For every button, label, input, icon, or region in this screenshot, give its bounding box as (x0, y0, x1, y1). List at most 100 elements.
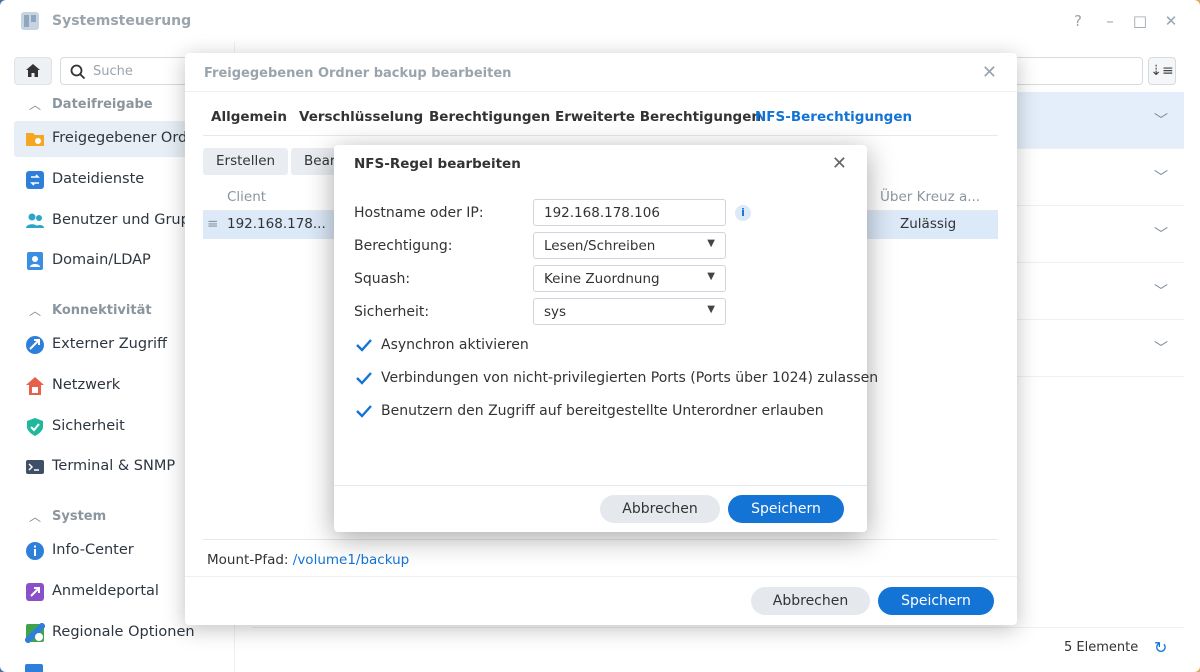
cell-cross-mount: Zulässig (900, 216, 957, 232)
info-icon[interactable]: i (735, 205, 751, 221)
mount-path: Mount-Pfad: /volume1/backup (207, 552, 409, 568)
sidebar-item-login-portal[interactable]: Anmeldeportal (14, 574, 214, 610)
sidebar-item-label: Netzwerk (52, 377, 121, 393)
sidebar-item-label: Regionale Optionen (52, 624, 195, 640)
title-bar: Systemsteuerung ? – □ ✕ (0, 0, 1200, 42)
chevron-up-icon: ︿ (29, 98, 42, 112)
mount-path-link[interactable]: /volume1/backup (293, 552, 410, 568)
close-icon[interactable]: ✕ (832, 153, 847, 174)
close-icon[interactable]: ✕ (982, 62, 997, 83)
cancel-button[interactable]: Abbrechen (600, 495, 720, 523)
control-panel-app-icon (21, 12, 39, 30)
next-item-icon (25, 664, 43, 672)
cell-client: 192.168.178... (227, 216, 326, 232)
sidebar-item-users[interactable]: Benutzer und Gruppe (14, 203, 214, 239)
tab-encryption[interactable]: Verschlüsselung (299, 109, 423, 125)
chevron-up-icon: ︿ (29, 304, 42, 318)
sidebar-item-info-center[interactable]: Info-Center (14, 533, 214, 569)
section-label: System (52, 509, 107, 524)
cancel-button[interactable]: Abbrechen (751, 587, 870, 615)
sidebar-item-label: Dateidienste (52, 171, 145, 187)
item-count: 5 Elemente (1064, 640, 1139, 655)
sidebar-item-network[interactable]: Netzwerk (14, 368, 214, 404)
security-value: sys (544, 304, 567, 320)
save-button[interactable]: Speichern (878, 587, 994, 615)
regional-icon (25, 623, 45, 643)
chevron-up-icon: ︿ (29, 510, 42, 524)
sidebar-item-security[interactable]: Sicherheit (14, 409, 214, 445)
hostname-value: 192.168.178.106 (544, 205, 660, 221)
filter-input[interactable]: r (1006, 57, 1143, 85)
search-placeholder: Suche (93, 64, 133, 79)
divider (203, 539, 998, 540)
sidebar-item-shared-folder[interactable]: Freigegebener Ordner (14, 121, 214, 157)
chevron-down-icon: ﹀ (1154, 227, 1168, 243)
section-label: Dateifreigabe (52, 97, 153, 112)
subfolder-access-checkbox[interactable] (354, 401, 374, 421)
login-portal-icon (26, 583, 44, 601)
non-privileged-ports-checkbox[interactable] (354, 368, 374, 388)
sidebar-item-external-access[interactable]: Externer Zugriff (14, 327, 214, 363)
refresh-icon[interactable]: ↻ (1154, 638, 1167, 657)
permission-select[interactable]: Lesen/Schreiben ▼ (533, 232, 726, 259)
permission-value: Lesen/Schreiben (544, 238, 656, 254)
chevron-down-icon: ﹀ (1154, 170, 1168, 186)
hostname-label: Hostname oder IP: (354, 205, 484, 221)
security-select[interactable]: sys ▼ (533, 298, 726, 325)
dropdown-arrow-icon: ▼ (707, 238, 715, 249)
maximize-icon[interactable]: □ (1131, 12, 1149, 30)
tab-general[interactable]: Allgemein (211, 109, 287, 125)
subfolder-access-label[interactable]: Benutzern den Zugriff auf bereitgestellt… (381, 403, 824, 419)
sidebar-item-file-services[interactable]: Dateidienste (14, 162, 214, 198)
dialog-title: Freigegebenen Ordner backup bearbeiten (204, 66, 512, 81)
home-icon (26, 64, 40, 77)
sidebar-item-terminal[interactable]: Terminal & SNMP (14, 449, 214, 485)
column-header-client[interactable]: Client (227, 189, 266, 205)
users-icon (26, 213, 44, 228)
column-header-cross-mount[interactable]: Über Kreuz a... (880, 189, 980, 205)
folder-share-icon (26, 133, 44, 146)
sidebar-item-label: Info-Center (52, 542, 134, 558)
external-access-icon (26, 336, 44, 354)
tab-advanced-permissions[interactable]: Erweiterte Berechtigungen (555, 109, 761, 125)
network-icon (26, 377, 44, 395)
chevron-down-icon: ﹀ (1154, 284, 1168, 300)
squash-select[interactable]: Keine Zuordnung ▼ (533, 265, 726, 292)
sidebar-item-label: Anmeldeportal (52, 583, 159, 599)
app-title: Systemsteuerung (52, 13, 192, 29)
divider (185, 91, 1017, 92)
minimize-icon[interactable]: – (1101, 12, 1119, 30)
squash-value: Keine Zuordnung (544, 271, 660, 287)
tab-permissions[interactable]: Berechtigungen (429, 109, 550, 125)
terminal-icon (26, 460, 44, 474)
dropdown-arrow-icon: ▼ (707, 304, 715, 315)
sidebar-item-regional[interactable]: Regionale Optionen (14, 615, 214, 651)
section-label: Konnektivität (52, 303, 152, 318)
hostname-input[interactable]: 192.168.178.106 (533, 199, 726, 226)
mount-path-label: Mount-Pfad: (207, 552, 289, 568)
sidebar-item-domain[interactable]: Domain/LDAP (14, 243, 214, 279)
edit-nfs-rule-dialog: NFS-Regel bearbeiten ✕ Hostname oder IP:… (334, 145, 878, 532)
chevron-down-icon: ﹀ (1154, 113, 1168, 129)
home-button[interactable] (14, 57, 52, 85)
divider (185, 576, 1017, 577)
help-icon[interactable]: ? (1069, 12, 1087, 30)
save-button[interactable]: Speichern (728, 495, 844, 523)
tab-divider (203, 135, 998, 136)
permission-label: Berechtigung: (354, 238, 453, 254)
drag-handle-icon[interactable]: ≡ (207, 216, 218, 232)
sort-button[interactable]: ⇣≡ (1148, 57, 1176, 85)
domain-icon (27, 252, 43, 270)
file-services-icon (26, 171, 44, 189)
dialog-title: NFS-Regel bearbeiten (354, 156, 521, 172)
dropdown-arrow-icon: ▼ (707, 271, 715, 282)
sidebar-item-label: Terminal & SNMP (52, 458, 176, 474)
create-button[interactable]: Erstellen (203, 148, 289, 175)
async-checkbox-label[interactable]: Asynchron aktivieren (381, 337, 529, 353)
close-icon[interactable]: ✕ (1162, 12, 1180, 30)
tab-nfs-permissions[interactable]: NFS-Berechtigungen (755, 109, 912, 125)
divider (334, 485, 867, 486)
async-checkbox[interactable] (354, 335, 374, 355)
non-privileged-ports-label[interactable]: Verbindungen von nicht-privilegierten Po… (381, 370, 878, 386)
sidebar-item-label: Sicherheit (52, 418, 125, 434)
